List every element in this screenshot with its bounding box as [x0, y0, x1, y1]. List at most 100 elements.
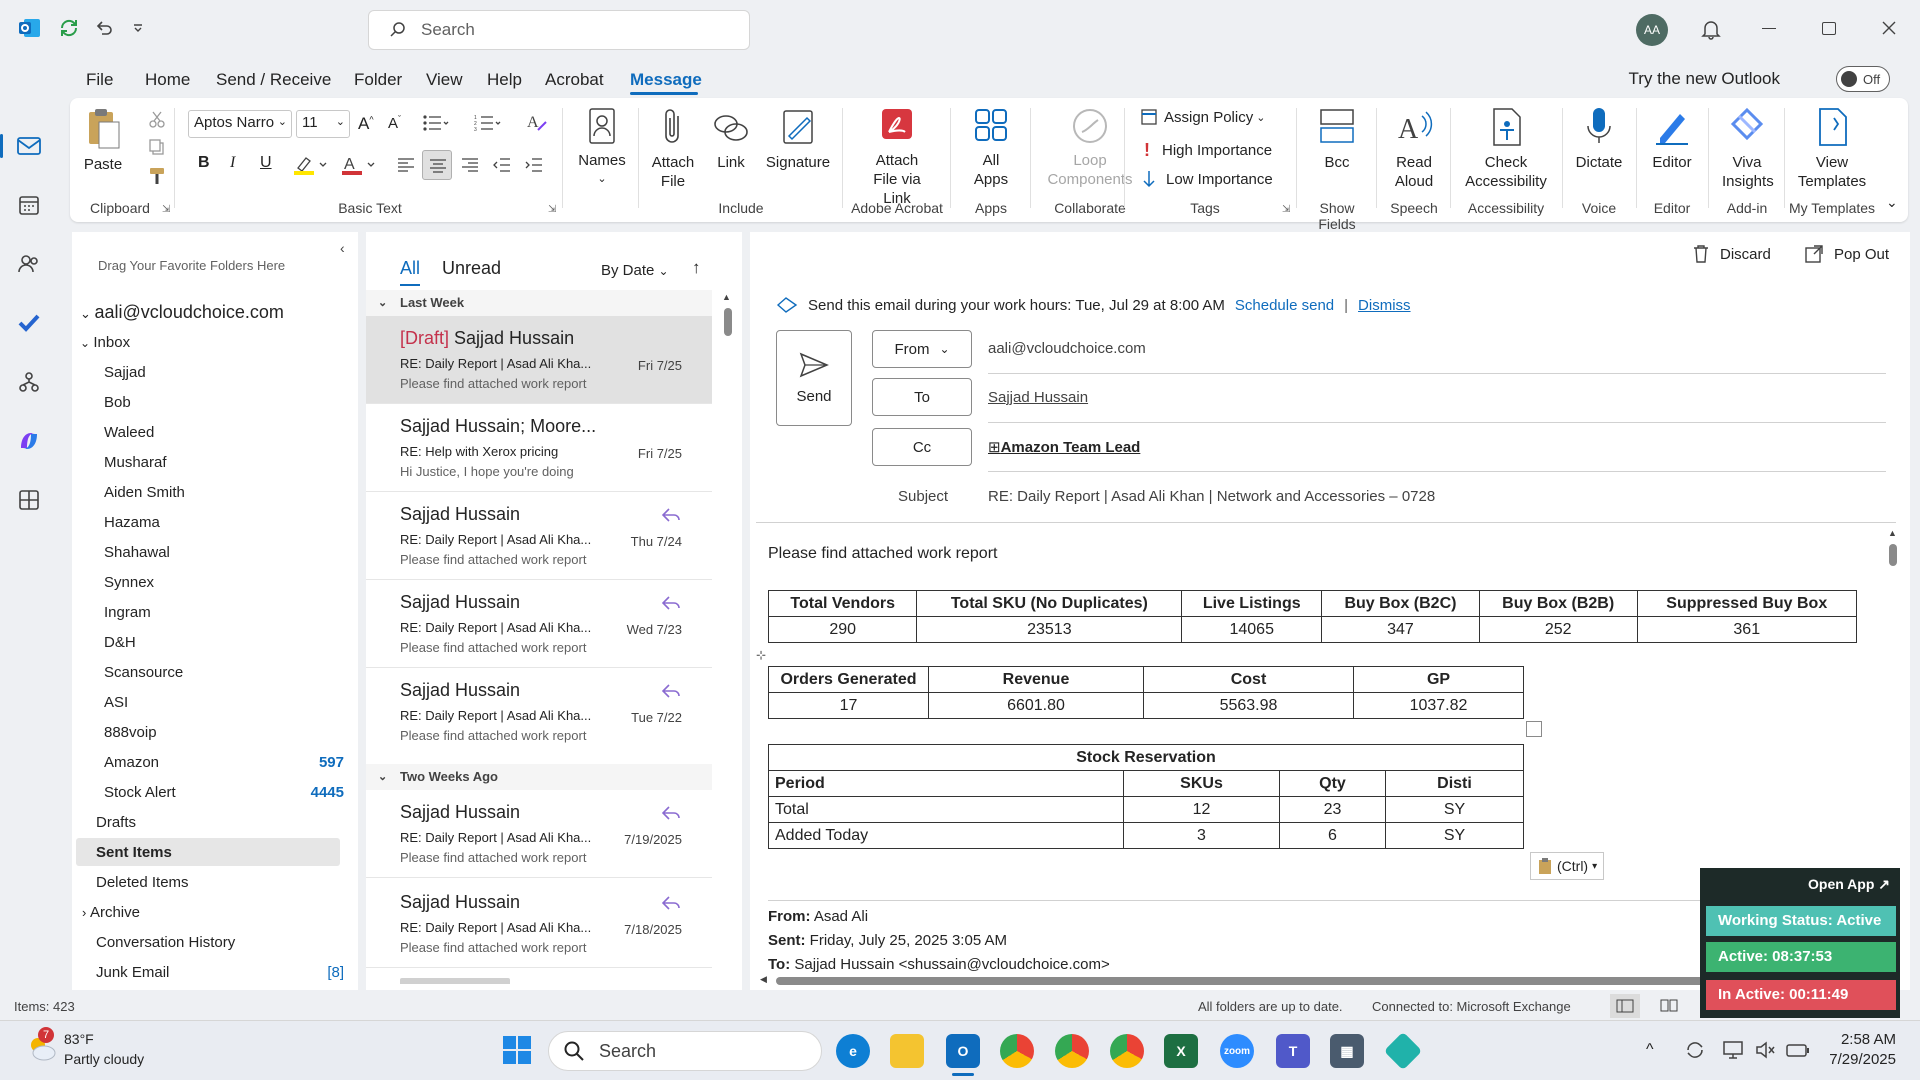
sort-direction-icon[interactable]: ↑	[692, 258, 701, 278]
high-importance-button[interactable]: ! High Importance	[1144, 140, 1272, 161]
excel-icon[interactable]: X	[1164, 1034, 1198, 1068]
tab-send-receive[interactable]: Send / Receive	[216, 70, 331, 90]
org-explorer-icon[interactable]	[14, 367, 44, 397]
align-right-icon[interactable]	[460, 156, 480, 177]
tray-sync-icon[interactable]	[1684, 1039, 1706, 1064]
filter-all-tab[interactable]: All	[400, 258, 420, 279]
table-move-handle-icon[interactable]: ⊹	[756, 648, 766, 662]
avatar[interactable]: AA	[1636, 14, 1668, 46]
loop-components-button[interactable]: Loop Components	[1036, 106, 1144, 189]
scrollbar-thumb[interactable]	[1889, 544, 1897, 566]
low-importance-button[interactable]: Low Importance	[1142, 170, 1273, 188]
calendar-icon[interactable]	[14, 190, 44, 220]
clear-formatting-icon[interactable]: A	[526, 112, 548, 135]
edge-browser-icon[interactable]: e	[836, 1034, 870, 1068]
attach-file-button[interactable]: Attach File	[644, 106, 702, 191]
bold-icon[interactable]: B	[198, 154, 210, 172]
tab-file[interactable]: File	[86, 70, 113, 90]
folder-bob[interactable]: Bob	[104, 394, 131, 411]
message-list-scrollbar[interactable]: ▲ ▼	[722, 292, 732, 1042]
folder-sent-items[interactable]: Sent Items	[96, 844, 172, 861]
list-item[interactable]: Sajjad Hussain RE: Daily Report | Asad A…	[366, 492, 712, 580]
folder-shahawal[interactable]: Shahawal	[104, 544, 170, 561]
summary-table[interactable]: Total Vendors Total SKU (No Duplicates) …	[767, 590, 1858, 643]
copy-icon[interactable]	[148, 138, 166, 159]
read-aloud-button[interactable]: A Read Aloud	[1380, 106, 1448, 191]
list-item[interactable]: Sajjad Hussain RE: Daily Report | Asad A…	[366, 790, 712, 878]
bullets-icon[interactable]	[422, 114, 450, 135]
paste-options-button[interactable]: (Ctrl) ▾	[1530, 852, 1605, 880]
body-intro[interactable]: Please find attached work report	[768, 545, 997, 563]
chevron-up-icon[interactable]: ^	[1646, 1041, 1654, 1059]
cc-button[interactable]: Cc	[872, 428, 972, 466]
list-item[interactable]: Sajjad Hussain RE: Daily Report | Asad A…	[366, 668, 712, 756]
folder-junk-email[interactable]: Junk Email	[96, 964, 169, 981]
view-templates-button[interactable]: View Templates	[1786, 106, 1878, 191]
folder-inbox[interactable]: ⌄ Inbox	[80, 334, 130, 351]
list-item[interactable]: Sajjad Hussain; Moore... RE: Help with X…	[366, 404, 712, 492]
folder-conversation-history[interactable]: Conversation History	[96, 934, 235, 951]
from-value[interactable]: aali@vcloudchoice.com	[988, 340, 1146, 357]
chrome-profile-icon[interactable]	[1110, 1034, 1144, 1068]
normal-view-icon[interactable]	[1610, 994, 1640, 1018]
cut-icon[interactable]	[148, 110, 166, 131]
chrome-icon[interactable]	[1000, 1034, 1034, 1068]
taskbar-time[interactable]: 2:58 AM	[1824, 1031, 1896, 1048]
to-recipient[interactable]: Sajjad Hussain	[988, 389, 1088, 406]
folder-synnex[interactable]: Synnex	[104, 574, 154, 591]
restore-icon[interactable]	[1822, 22, 1836, 35]
folder-waleed[interactable]: Waleed	[104, 424, 154, 441]
folder-scansource[interactable]: Scansource	[104, 664, 183, 681]
search-input[interactable]: Search	[368, 10, 750, 50]
discard-button[interactable]: Discard	[1692, 244, 1771, 264]
sync-icon[interactable]	[58, 17, 80, 39]
calculator-icon[interactable]: ▦	[1330, 1034, 1364, 1068]
folder-dh[interactable]: D&H	[104, 634, 136, 651]
copilot-icon[interactable]	[14, 426, 44, 456]
zoom-icon[interactable]: zoom	[1220, 1034, 1254, 1068]
scroll-up-icon[interactable]: ▲	[722, 292, 731, 302]
new-outlook-toggle[interactable]: Off	[1836, 66, 1890, 92]
orders-table[interactable]: Orders Generated Revenue Cost GP 17 6601…	[768, 666, 1524, 719]
scrollbar-thumb[interactable]	[724, 308, 732, 336]
close-icon[interactable]	[1880, 19, 1898, 37]
folder-sajjad[interactable]: Sajjad	[104, 364, 146, 381]
link-button[interactable]: Link	[706, 106, 756, 172]
tab-message[interactable]: Message	[630, 70, 702, 90]
list-item[interactable]: Sajjad Hussain RE: Daily Report | Asad A…	[366, 880, 712, 968]
font-size-select[interactable]: 11 ⌄	[296, 110, 350, 138]
volume-muted-icon[interactable]	[1754, 1039, 1776, 1064]
align-center-button[interactable]	[422, 150, 452, 180]
dictate-button[interactable]: Dictate	[1566, 106, 1632, 172]
folder-deleted-items[interactable]: Deleted Items	[96, 874, 189, 891]
network-icon[interactable]	[1722, 1039, 1744, 1064]
shrink-font-icon[interactable]: Aˇ	[388, 114, 401, 132]
underline-icon[interactable]: U	[260, 154, 272, 172]
taskbar-search-input[interactable]: Search	[548, 1031, 822, 1071]
check-accessibility-button[interactable]: Check Accessibility	[1454, 106, 1558, 191]
cc-recipient-group[interactable]: ⊞Amazon Team Lead	[988, 438, 1140, 456]
list-item[interactable]: Sajjad Hussain RE: Daily Report | Asad A…	[366, 580, 712, 668]
weather-icon[interactable]: 7	[24, 1027, 58, 1068]
quick-access-dropdown-icon[interactable]	[132, 22, 144, 34]
subject-input[interactable]: RE: Daily Report | Asad Ali Khan | Netwo…	[988, 488, 1435, 505]
group-header-two-weeks-ago[interactable]: ⌄ Two Weeks Ago	[366, 764, 712, 790]
collapse-pane-icon[interactable]: ‹	[340, 240, 345, 256]
app-diamond-icon[interactable]	[1383, 1031, 1423, 1071]
numbering-icon[interactable]: 123	[474, 114, 502, 135]
font-name-select[interactable]: Aptos Narro ⌄	[188, 110, 292, 138]
bell-icon[interactable]	[1700, 18, 1722, 40]
folder-drafts[interactable]: Drafts	[96, 814, 136, 831]
viva-insights-button[interactable]: Viva Insights	[1712, 106, 1782, 191]
dialog-launcher-icon[interactable]: ⇲	[548, 204, 556, 215]
scroll-left-icon[interactable]: ◀	[760, 974, 767, 985]
tab-help[interactable]: Help	[487, 70, 522, 90]
folder-aiden-smith[interactable]: Aiden Smith	[104, 484, 185, 501]
editor-button[interactable]: Editor	[1640, 106, 1704, 172]
tab-view[interactable]: View	[426, 70, 463, 90]
open-app-link[interactable]: Open App ↗	[1808, 876, 1890, 893]
align-left-icon[interactable]	[396, 156, 416, 177]
folder-888voip[interactable]: 888voip	[104, 724, 157, 741]
mail-icon[interactable]	[14, 131, 44, 161]
schedule-send-link[interactable]: Schedule send	[1235, 297, 1334, 314]
